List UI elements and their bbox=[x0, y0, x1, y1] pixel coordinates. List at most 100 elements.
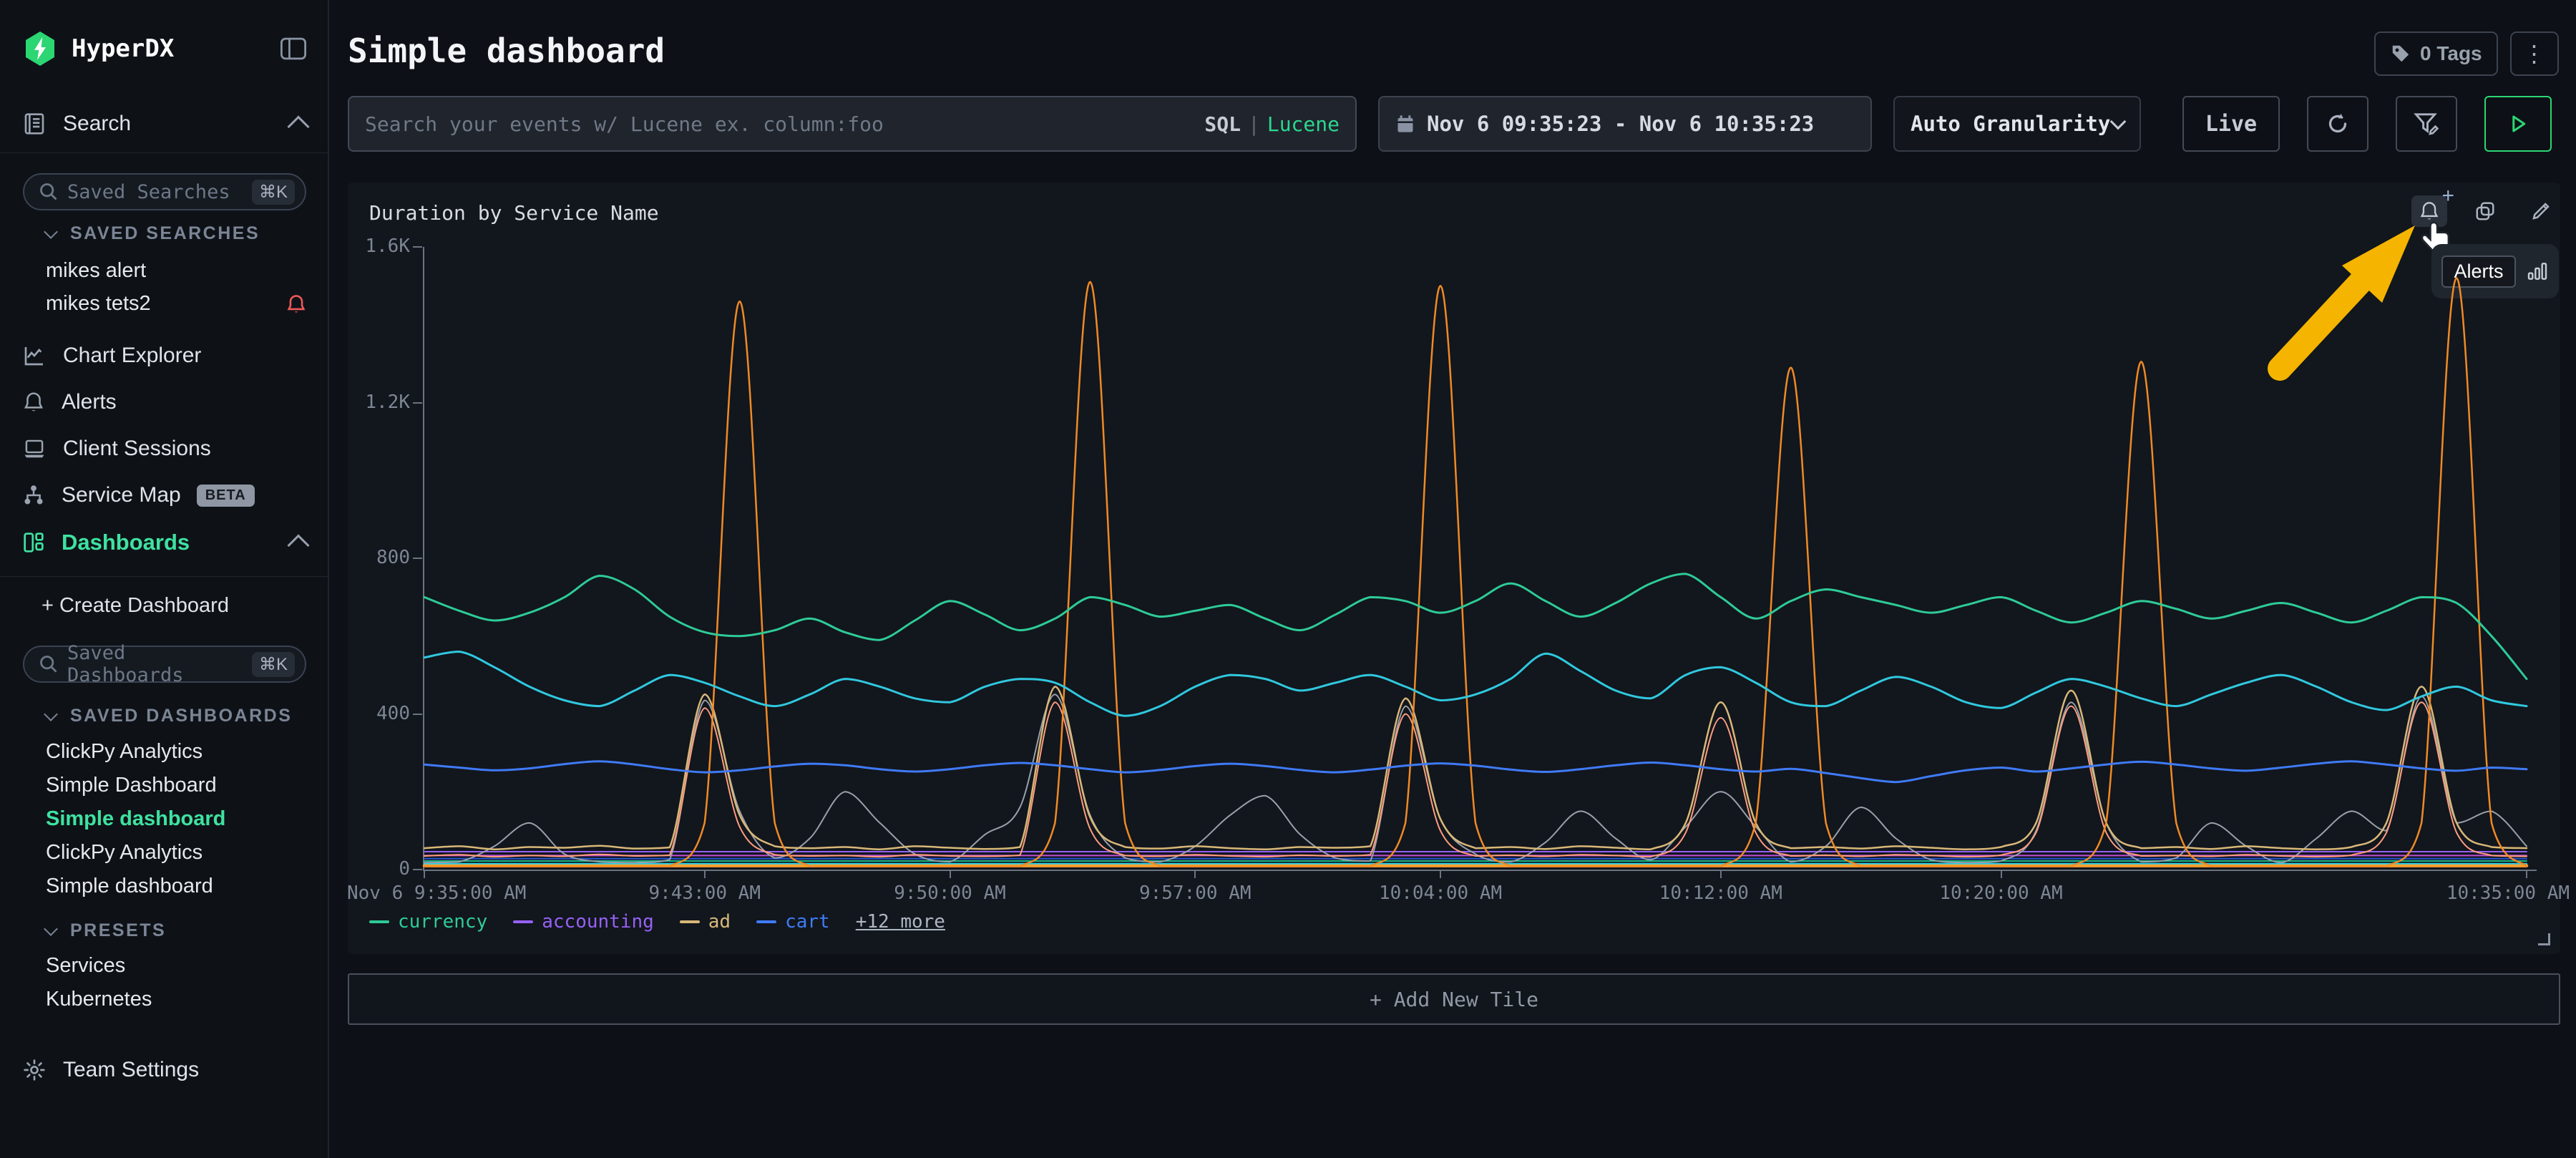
x-tick-label: 9:50:00 AM bbox=[836, 882, 1065, 904]
run-query-button[interactable] bbox=[2484, 96, 2552, 152]
edit-tile-button[interactable] bbox=[2523, 195, 2559, 227]
saved-dashboard-item[interactable]: Simple dashboard bbox=[0, 875, 329, 898]
y-tick bbox=[413, 869, 422, 870]
saved-dashboards-placeholder: Saved Dashboards bbox=[67, 642, 252, 686]
saved-dashboard-item[interactable]: ClickPy Analytics bbox=[0, 740, 329, 764]
chevron-down-icon bbox=[44, 225, 58, 239]
bell-icon bbox=[23, 391, 44, 414]
line-chart[interactable]: 1.6K1.2K8004000Nov 6 9:35:00 AM9:43:00 A… bbox=[424, 247, 2527, 870]
saved-dashboards-header[interactable]: SAVED DASHBOARDS bbox=[0, 706, 329, 726]
x-tick-label: 10:12:00 AM bbox=[1606, 882, 1835, 904]
lucene-toggle[interactable]: Lucene bbox=[1267, 112, 1340, 136]
sidebar-item-chart-explorer[interactable]: Chart Explorer bbox=[0, 344, 329, 368]
legend-item[interactable]: accounting bbox=[513, 911, 654, 933]
line-chart-icon bbox=[23, 344, 46, 367]
saved-dashboards-input[interactable]: Saved Dashboards ⌘K bbox=[23, 646, 306, 683]
chevron-up-icon bbox=[287, 534, 309, 556]
series-orange-spikes bbox=[424, 278, 2527, 867]
series-p95-cyan bbox=[424, 652, 2527, 716]
search-placeholder: Search your events w/ Lucene ex. column:… bbox=[365, 112, 1204, 136]
language-separator: | bbox=[1248, 112, 1260, 136]
x-axis-line bbox=[423, 870, 2537, 871]
tags-button[interactable]: 0 Tags bbox=[2374, 31, 2498, 76]
x-tick bbox=[1720, 870, 1722, 878]
x-tick-label: 10:04:00 AM bbox=[1326, 882, 1555, 904]
date-range-picker[interactable]: Nov 6 09:35:23 - Nov 6 10:35:23 bbox=[1378, 96, 1872, 152]
x-tick bbox=[2526, 870, 2527, 878]
filter-button[interactable] bbox=[2396, 96, 2457, 152]
kebab-icon: ⋮ bbox=[2523, 40, 2547, 67]
laptop-icon bbox=[23, 438, 46, 459]
sidebar-item-dashboards[interactable]: Dashboards bbox=[0, 530, 329, 555]
sidebar-item-client-sessions[interactable]: Client Sessions bbox=[0, 437, 329, 461]
saved-dashboard-item-active[interactable]: Simple dashboard bbox=[0, 807, 329, 831]
sidebar-item-search[interactable]: Search bbox=[0, 112, 329, 136]
legend-dash bbox=[369, 920, 389, 923]
granularity-select[interactable]: Auto Granularity bbox=[1893, 96, 2141, 152]
date-range-value: Nov 6 09:35:23 - Nov 6 10:35:23 bbox=[1427, 112, 1814, 136]
chevron-down-icon bbox=[44, 707, 58, 721]
y-tick bbox=[413, 402, 422, 404]
legend-item[interactable]: cart bbox=[756, 911, 830, 933]
resize-handle[interactable] bbox=[2538, 933, 2550, 945]
legend-dash bbox=[680, 920, 700, 923]
plus-icon: + bbox=[2441, 184, 2454, 208]
alert-bell-icon bbox=[286, 293, 306, 315]
tile-title: Duration by Service Name bbox=[369, 201, 659, 225]
refresh-button[interactable] bbox=[2307, 96, 2368, 152]
x-tick bbox=[704, 870, 706, 878]
shortcut-badge: ⌘K bbox=[252, 180, 295, 205]
saved-searches-header[interactable]: SAVED SEARCHES bbox=[0, 223, 329, 244]
saved-searches-placeholder: Saved Searches bbox=[67, 181, 252, 203]
filter-edit-icon bbox=[2413, 110, 2440, 137]
chart-legend: currency accounting ad cart +12 more bbox=[369, 911, 945, 933]
search-journal-icon bbox=[23, 112, 46, 135]
legend-item[interactable]: currency bbox=[369, 911, 487, 933]
preset-item[interactable]: Kubernetes bbox=[0, 988, 329, 1011]
presets-header[interactable]: PRESETS bbox=[0, 920, 329, 941]
live-button[interactable]: Live bbox=[2182, 96, 2280, 152]
legend-item[interactable]: ad bbox=[680, 911, 731, 933]
collapse-sidebar-icon[interactable] bbox=[280, 37, 306, 60]
series-salmon-spikes bbox=[424, 702, 2527, 857]
x-tick bbox=[950, 870, 951, 878]
y-tick bbox=[413, 246, 422, 248]
saved-searches-input[interactable]: Saved Searches ⌘K bbox=[23, 173, 306, 210]
x-tick bbox=[1440, 870, 1441, 878]
x-tick-label: 10:35:00 AM bbox=[2355, 882, 2570, 904]
sidebar-item-label: Search bbox=[63, 112, 131, 136]
more-menu-button[interactable]: ⋮ bbox=[2510, 31, 2559, 76]
sitemap-icon bbox=[23, 484, 44, 507]
legend-more-link[interactable]: +12 more bbox=[856, 911, 945, 933]
saved-dashboard-item[interactable]: ClickPy Analytics bbox=[0, 841, 329, 865]
refresh-icon bbox=[2325, 111, 2351, 137]
search-icon bbox=[39, 182, 59, 202]
x-tick-label: Nov 6 9:35:00 AM bbox=[347, 882, 526, 904]
x-tick bbox=[2001, 870, 2002, 878]
y-tick bbox=[413, 714, 422, 715]
sidebar-item-service-map[interactable]: Service Map BETA bbox=[0, 483, 329, 507]
chevron-down-icon bbox=[44, 922, 58, 936]
search-icon bbox=[39, 654, 59, 674]
saved-dashboard-item[interactable]: Simple Dashboard bbox=[0, 774, 329, 797]
hyperdx-logo-icon bbox=[23, 30, 57, 67]
saved-search-item[interactable]: mikes alert bbox=[0, 259, 329, 283]
y-tick-label: 1.6K bbox=[340, 235, 410, 257]
preset-item[interactable]: Services bbox=[0, 954, 329, 978]
divider bbox=[0, 576, 329, 577]
sidebar-item-alerts[interactable]: Alerts bbox=[0, 390, 329, 414]
pencil-icon bbox=[2530, 200, 2552, 222]
event-search-input[interactable]: Search your events w/ Lucene ex. column:… bbox=[348, 96, 1357, 152]
y-tick-label: 1.2K bbox=[340, 391, 410, 413]
duplicate-tile-button[interactable] bbox=[2467, 195, 2503, 227]
dashboard-tile: Duration by Service Name + bbox=[348, 183, 2560, 954]
bar-chart-icon[interactable] bbox=[2526, 260, 2549, 283]
sql-toggle[interactable]: SQL bbox=[1204, 112, 1241, 136]
sidebar-item-team-settings[interactable]: Team Settings bbox=[0, 1058, 329, 1082]
y-tick-label: 800 bbox=[340, 547, 410, 568]
y-tick-label: 400 bbox=[340, 703, 410, 724]
saved-search-item[interactable]: mikes tets2 bbox=[0, 292, 329, 316]
add-new-tile-button[interactable]: + Add New Tile bbox=[348, 973, 2560, 1025]
dashboards-icon bbox=[23, 531, 44, 554]
create-dashboard-button[interactable]: + Create Dashboard bbox=[0, 594, 329, 618]
